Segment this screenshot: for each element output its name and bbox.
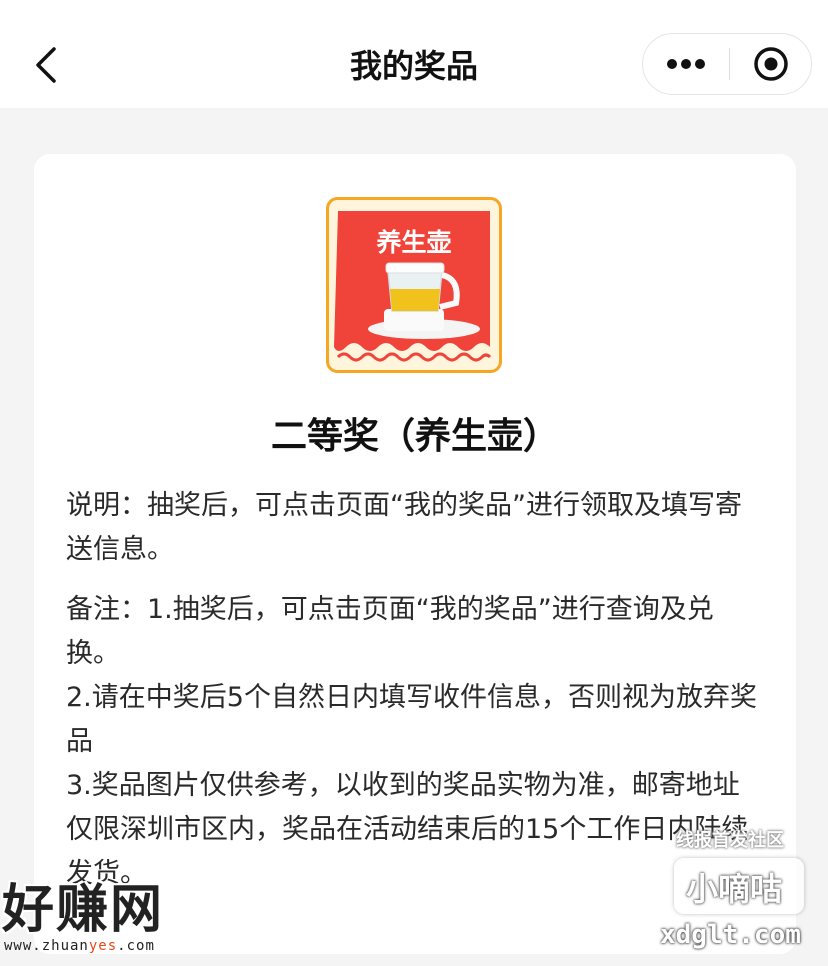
prize-title: 二等奖（养生壶） [270, 416, 559, 457]
description-intro: 说明：抽奖后，可点击页面“我的奖品”进行领取及填写寄送信息。 [66, 490, 742, 565]
mini-program-capsule [642, 33, 812, 95]
close-program-button[interactable] [730, 34, 812, 94]
prize-description: 说明：抽奖后，可点击页面“我的奖品”进行领取及填写寄送信息。 备注：1.抽奖后，… [66, 484, 766, 896]
more-dots-icon [667, 59, 705, 69]
watermark-left: 好赚网 www.zhuanyes.com [0, 880, 200, 960]
more-button[interactable] [643, 34, 729, 94]
watermark-left-title: 好赚网 [2, 880, 165, 940]
prize-badge-text: 养生壶 [376, 228, 452, 257]
watermark-right-logo: 小嘀咕 [674, 858, 804, 914]
watermark-right-url: xdglt.com [660, 920, 801, 950]
watermark-left-url: www.zhuanyes.com [4, 938, 155, 954]
navigation-bar: 我的奖品 [0, 0, 828, 108]
description-note-1: 备注：1.抽奖后，可点击页面“我的奖品”进行查询及兑换。 [66, 594, 714, 669]
description-note-2: 2.请在中奖后5个自然日内填写收件信息，否则视为放弃奖品 [66, 682, 757, 757]
prize-image [326, 197, 502, 373]
description-note-3: 3.奖品图片仅供参考，以收到的奖品实物为准，邮寄地址仅限深圳市区内，奖品在活动结… [66, 770, 749, 889]
target-circle-icon [754, 47, 788, 81]
watermark-right-logo-text: 小嘀咕 [686, 870, 783, 908]
watermark-right-slogan: 线报首发社区 [676, 830, 784, 851]
